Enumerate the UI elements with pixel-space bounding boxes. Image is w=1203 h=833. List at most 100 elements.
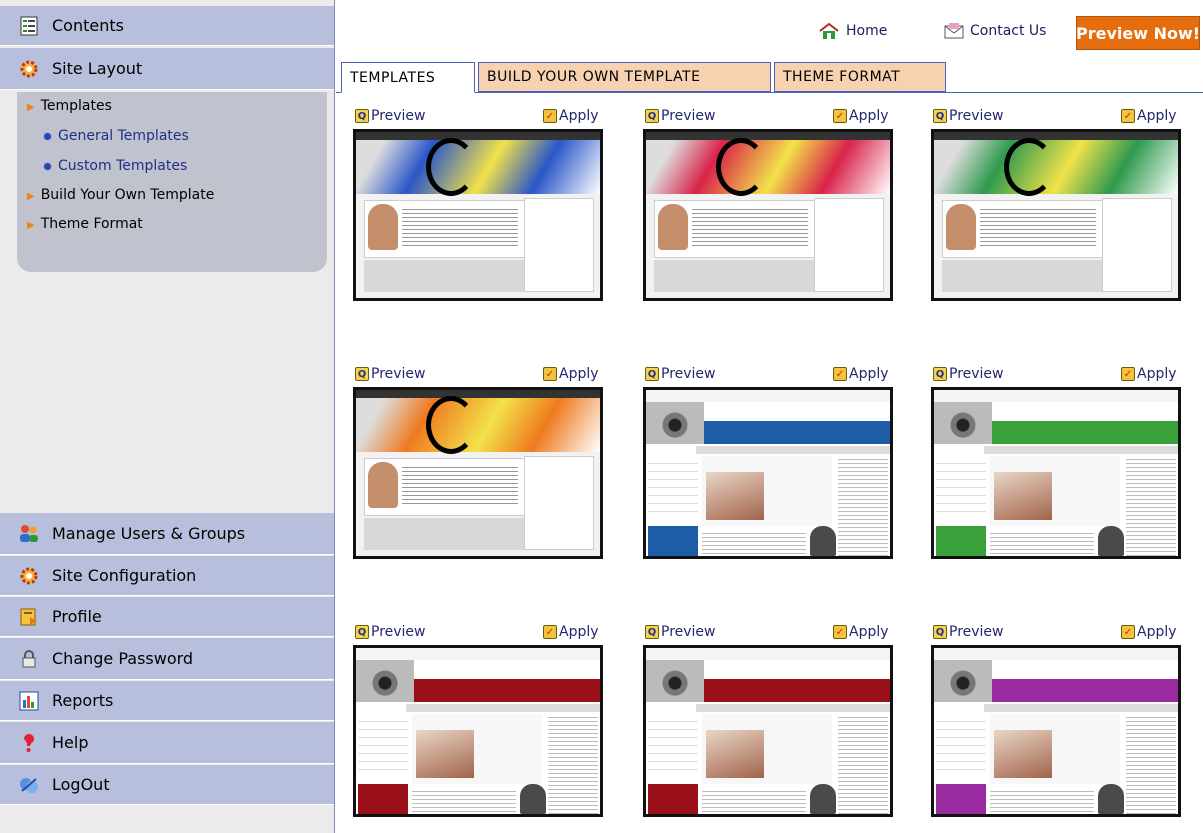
thumb-photo: [994, 730, 1052, 778]
apply-link-label: Apply: [559, 366, 599, 382]
contact-us-link[interactable]: Contact Us: [944, 22, 1046, 40]
thumb-person: [810, 784, 836, 814]
thumb-photo: [658, 204, 688, 250]
thumb-sidebar: [814, 198, 884, 292]
logout-icon: [18, 774, 40, 796]
apply-link[interactable]: ✓ Apply: [833, 366, 889, 382]
preview-link[interactable]: Q Preview: [355, 108, 426, 124]
checkbox-icon: ✓: [833, 109, 847, 123]
thumb-photo: [946, 204, 976, 250]
apply-link[interactable]: ✓ Apply: [1121, 624, 1177, 640]
nav-site-layout-label: Site Layout: [52, 59, 143, 78]
preview-now-button[interactable]: Preview Now!: [1076, 16, 1200, 50]
apply-link[interactable]: ✓ Apply: [1121, 108, 1177, 124]
thumb-text-lines: [702, 788, 806, 814]
template-thumbnail[interactable]: [353, 387, 603, 559]
thumb-eye-photo: [646, 660, 704, 702]
thumb-banner: [704, 660, 890, 702]
thumb-header: [934, 648, 1178, 660]
template-thumbnail[interactable]: [931, 387, 1181, 559]
thumb-eye-photo: [356, 660, 414, 702]
preview-link[interactable]: Q Preview: [645, 108, 716, 124]
nav-logout[interactable]: LogOut: [0, 765, 334, 805]
thumb-banner: [704, 402, 890, 444]
tab-build-your-own[interactable]: BUILD YOUR OWN TEMPLATE: [478, 62, 771, 92]
thumb-text-lines: [402, 464, 518, 504]
preview-link[interactable]: Q Preview: [933, 366, 1004, 382]
thumb-person: [520, 784, 546, 814]
contents-icon: [18, 15, 40, 37]
home-link-label: Home: [846, 23, 888, 39]
thumb-services: [654, 260, 814, 292]
thumb-header: [646, 648, 890, 660]
submenu-general-templates[interactable]: General Templates: [43, 128, 189, 144]
submenu-theme-format[interactable]: ▶ Theme Format: [27, 216, 143, 232]
thumb-text-lines: [702, 530, 806, 556]
nav-change-password[interactable]: Change Password: [0, 638, 334, 680]
preview-link-label: Preview: [661, 624, 716, 640]
apply-link[interactable]: ✓ Apply: [833, 108, 889, 124]
apply-link-label: Apply: [1137, 108, 1177, 124]
apply-link[interactable]: ✓ Apply: [543, 108, 599, 124]
template-thumbnail[interactable]: [643, 387, 893, 559]
preview-link[interactable]: Q Preview: [645, 366, 716, 382]
arrow-icon: ▶: [27, 220, 35, 231]
thumb-left-menu: [648, 714, 698, 770]
preview-link[interactable]: Q Preview: [645, 624, 716, 640]
nav-site-configuration[interactable]: Site Configuration: [0, 556, 334, 596]
apply-link[interactable]: ✓ Apply: [1121, 366, 1177, 382]
submenu-build-your-own[interactable]: ▶ Build Your Own Template: [27, 187, 214, 203]
checkbox-icon: ✓: [543, 109, 557, 123]
submenu-custom-templates[interactable]: Custom Templates: [43, 158, 187, 174]
nav-reports[interactable]: Reports: [0, 681, 334, 721]
nav-help[interactable]: Help: [0, 722, 334, 764]
nav-manage-users[interactable]: Manage Users & Groups: [0, 513, 334, 555]
preview-link-label: Preview: [949, 366, 1004, 382]
arrow-icon: ▶: [27, 191, 35, 202]
preview-link[interactable]: Q Preview: [933, 624, 1004, 640]
checkbox-icon: ✓: [1121, 109, 1135, 123]
thumb-person: [1098, 784, 1124, 814]
thumb-text-lines: [990, 530, 1094, 556]
preview-link-label: Preview: [949, 624, 1004, 640]
nav-contents[interactable]: Contents: [0, 6, 334, 46]
thumb-nav: [984, 446, 1178, 454]
nav-logout-label: LogOut: [52, 775, 110, 794]
home-link[interactable]: Home: [818, 22, 887, 40]
thumb-header: [934, 390, 1178, 402]
thumb-left-menu: [936, 714, 986, 770]
lock-icon: [18, 648, 40, 670]
gear-icon: [18, 565, 40, 587]
bar-chart-icon: [18, 690, 40, 712]
submenu-custom-templates-label: Custom Templates: [58, 158, 188, 174]
thumb-sidebar: [838, 456, 888, 556]
thumb-nav: [406, 704, 600, 712]
template-thumbnail[interactable]: [931, 129, 1181, 301]
apply-link[interactable]: ✓ Apply: [543, 624, 599, 640]
nav-site-layout[interactable]: Site Layout: [0, 48, 334, 90]
preview-link-label: Preview: [371, 366, 426, 382]
thumb-photo: [368, 462, 398, 508]
magnifier-icon: Q: [355, 625, 369, 639]
thumb-cable-graphic: [1004, 138, 1054, 196]
preview-link[interactable]: Q Preview: [355, 366, 426, 382]
template-thumbnail[interactable]: [353, 129, 603, 301]
thumb-left-menu: [936, 456, 986, 512]
tab-theme-format[interactable]: THEME FORMAT: [774, 62, 946, 92]
nav-site-configuration-label: Site Configuration: [52, 566, 197, 585]
template-thumbnail[interactable]: [643, 129, 893, 301]
template-thumbnail[interactable]: [931, 645, 1181, 817]
template-thumbnail[interactable]: [643, 645, 893, 817]
apply-link[interactable]: ✓ Apply: [543, 366, 599, 382]
tab-templates[interactable]: TEMPLATES: [341, 62, 475, 93]
users-icon: [18, 523, 40, 545]
preview-link-label: Preview: [371, 624, 426, 640]
preview-link[interactable]: Q Preview: [355, 624, 426, 640]
preview-link[interactable]: Q Preview: [933, 108, 1004, 124]
checkbox-icon: ✓: [543, 625, 557, 639]
nav-profile[interactable]: Profile: [0, 597, 334, 637]
submenu-templates[interactable]: ▶ Templates: [27, 98, 112, 114]
template-thumbnail[interactable]: [353, 645, 603, 817]
apply-link[interactable]: ✓ Apply: [833, 624, 889, 640]
magnifier-icon: Q: [645, 109, 659, 123]
